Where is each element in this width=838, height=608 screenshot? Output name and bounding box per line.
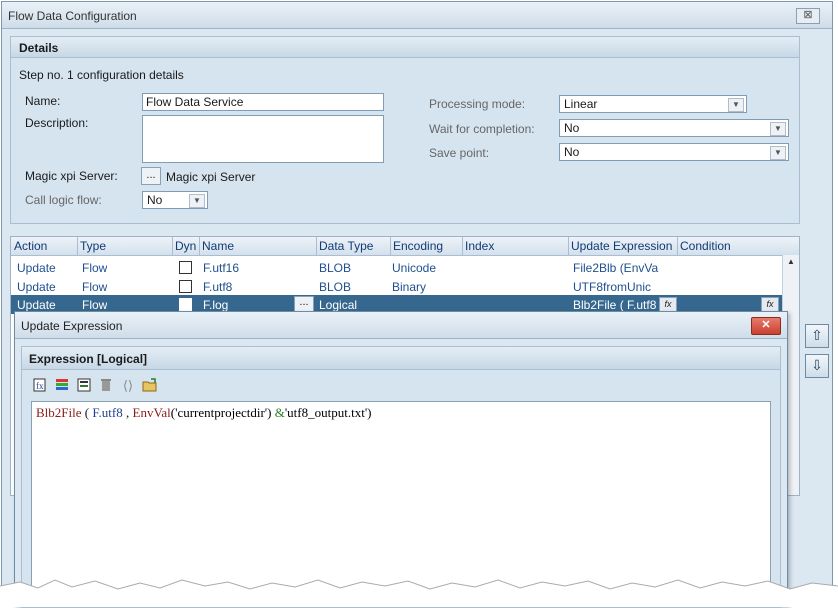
dyn-checkbox[interactable] [179,298,192,311]
call-logic-select[interactable]: No ▼ [142,191,208,209]
name-browse-button[interactable]: ... [294,296,314,312]
window-titlebar: Flow Data Configuration ⊠ [2,2,832,29]
cell-encoding: Binary [392,280,427,294]
server-browse-button[interactable]: ... [141,167,161,185]
expression-header: Expression [Logical] [22,347,780,370]
call-logic-label: Call logic flow: [25,193,102,207]
save-point-select[interactable]: No ▼ [559,143,789,161]
processing-mode-select[interactable]: Linear ▼ [559,95,747,113]
col-data-type[interactable]: Data Type [319,239,373,253]
col-encoding[interactable]: Encoding [393,239,443,253]
cell-data-type: BLOB [319,261,352,275]
col-type[interactable]: Type [80,239,106,253]
cell-data-type: Logical [319,298,358,312]
cell-update-expression: Blb2File ( F.utf8 [573,298,657,312]
window-title: Flow Data Configuration [8,9,137,23]
cell-name: F.log [203,298,229,312]
window-close-button[interactable]: ⊠ [796,8,820,24]
cell-update-expression: File2Blb (EnvVa [573,261,659,275]
wait-value: No [564,121,580,135]
server-value: Magic xpi Server [166,170,256,184]
col-index[interactable]: Index [465,239,494,253]
wait-label: Wait for completion: [429,122,535,136]
column-divider [316,237,317,255]
expr-field: F.utf8 [92,405,123,420]
delete-icon[interactable] [97,377,115,395]
column-divider [462,237,463,255]
wait-select[interactable]: No ▼ [559,119,789,137]
cell-type: Flow [82,280,108,294]
column-divider [568,237,569,255]
call-logic-value: No [147,193,163,207]
dyn-checkbox[interactable] [179,280,192,293]
cell-action: Update [17,298,56,312]
dialog-titlebar: Update Expression ✕ [15,312,787,339]
details-panel: Details Step no. 1 configuration details… [10,36,800,224]
expr-string: 'utf8_output.txt') [284,405,372,420]
expression-panel: Expression [Logical] fx ⟨⟩ Blb2File ( F.… [21,346,781,608]
cell-update-expression: UTF8fromUnic [573,280,652,294]
details-header: Details [11,37,799,58]
column-divider [677,237,678,255]
details-header-text: Details [19,41,59,55]
description-textarea[interactable] [142,115,384,163]
column-divider [77,237,78,255]
col-dyn[interactable]: Dyn [175,239,196,253]
processing-mode-label: Processing mode: [429,97,526,111]
save-point-value: No [564,145,580,159]
column-divider [199,237,200,255]
variable-list-icon[interactable] [75,377,93,395]
cell-action: Update [17,261,56,275]
expression-editor-icon[interactable]: fx [31,377,49,395]
cell-encoding: Unicode [392,261,437,275]
expr-function: EnvVal [132,405,171,420]
cell-name: F.utf16 [203,261,240,275]
grid-header: Action Type Dyn Name Data Type Encoding … [11,237,799,256]
save-point-label: Save point: [429,146,490,160]
name-label: Name: [25,94,61,108]
description-label: Description: [25,116,89,130]
dialog-close-button[interactable]: ✕ [751,317,781,335]
chevron-down-icon[interactable]: ▼ [770,122,786,136]
processing-mode-value: Linear [564,97,598,111]
expr-text: ( [81,405,93,420]
function-list-icon[interactable] [53,377,71,395]
scroll-up-icon[interactable]: ▲ [785,257,797,269]
expr-operator: & [274,405,285,420]
chevron-down-icon[interactable]: ▼ [770,146,786,160]
column-divider [390,237,391,255]
cell-type: Flow [82,261,108,275]
table-row[interactable]: Update Flow F.utf16 BLOB Unicode File2Bl… [11,258,783,277]
update-expression-dialog: Update Expression ✕ Expression [Logical]… [14,311,788,608]
server-label: Magic xpi Server: [25,169,118,183]
col-name[interactable]: Name [202,239,234,253]
cell-action: Update [17,280,56,294]
dyn-checkbox[interactable] [179,261,192,274]
table-row[interactable]: Update Flow F.utf8 BLOB Binary UTF8fromU… [11,277,783,296]
expr-function: Blb2File [36,405,82,420]
dialog-title: Update Expression [21,319,123,333]
open-file-icon[interactable] [141,377,159,395]
col-action[interactable]: Action [14,239,47,253]
move-up-button[interactable]: ⇧ [805,324,829,348]
expr-text: , [122,405,133,420]
cell-name: F.utf8 [203,280,233,294]
column-divider [172,237,173,255]
expression-header-text: Expression [Logical] [29,352,148,366]
cell-data-type: BLOB [319,280,352,294]
brackets-icon[interactable]: ⟨⟩ [119,377,137,395]
step-subtitle: Step no. 1 configuration details [19,68,184,82]
cell-type: Flow [82,298,108,312]
name-input[interactable]: Flow Data Service [142,93,384,111]
expr-string: ('currentprojectdir') [170,405,275,420]
chevron-down-icon[interactable]: ▼ [728,98,744,112]
chevron-down-icon[interactable]: ▼ [189,194,205,208]
torn-edge-decoration [0,579,838,607]
col-update-expression[interactable]: Update Expression [571,239,672,253]
svg-text:fx: fx [36,381,44,391]
move-down-button[interactable]: ⇩ [805,354,829,378]
col-condition[interactable]: Condition [680,239,731,253]
